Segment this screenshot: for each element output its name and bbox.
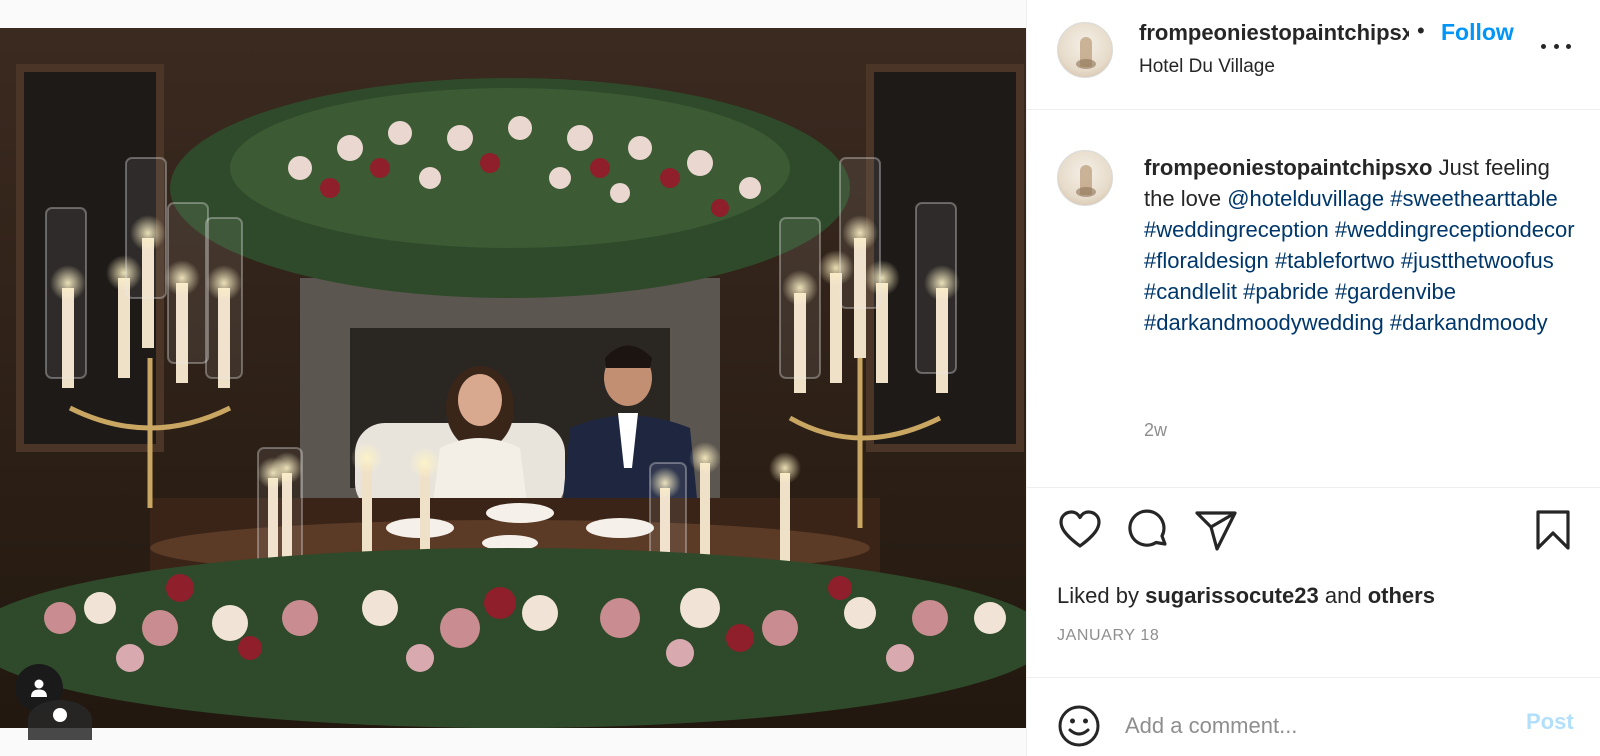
post-photo[interactable]	[0, 28, 1026, 728]
hashtag-link[interactable]: #justthetwoofus	[1401, 248, 1554, 273]
comment-icon	[1128, 509, 1167, 547]
caption-section: frompeoniestopaintchipsxo Just feeling t…	[1027, 110, 1600, 488]
avatar[interactable]	[1057, 22, 1113, 78]
likes-summary: Liked by sugarissocute23 and others	[1057, 583, 1435, 609]
hashtag-link[interactable]: #candlelit	[1144, 279, 1237, 304]
save-button[interactable]	[1531, 508, 1577, 554]
hashtag-link[interactable]: #tablefortwo	[1275, 248, 1395, 273]
send-icon	[1195, 511, 1237, 551]
location-link[interactable]: Hotel Du Village	[1139, 56, 1275, 78]
comment-composer: Post	[1027, 677, 1600, 756]
caption-text: frompeoniestopaintchipsxo Just feeling t…	[1144, 152, 1584, 338]
user-icon	[31, 679, 47, 697]
hashtag-link[interactable]: #darkandmoodywedding	[1144, 310, 1384, 335]
liked-by-others-link[interactable]: others	[1368, 583, 1435, 608]
hashtag-link[interactable]: #sweethearttable	[1390, 186, 1558, 211]
emoji-button[interactable]	[1057, 704, 1101, 748]
comment-button[interactable]	[1125, 508, 1171, 554]
mention-link[interactable]: @hotelduvillage	[1227, 186, 1384, 211]
user-icon	[53, 708, 67, 722]
follow-button[interactable]: Follow	[1441, 19, 1514, 46]
heart-icon	[1059, 510, 1101, 548]
share-button[interactable]	[1193, 508, 1239, 554]
caption-avatar[interactable]	[1057, 150, 1113, 206]
header-username[interactable]: frompeoniestopaintchipsxo	[1139, 20, 1409, 46]
more-options-icon[interactable]	[1541, 40, 1571, 52]
hashtag-link[interactable]: #weddingreception	[1144, 217, 1329, 242]
hashtag-link[interactable]: #weddingreceptiondecor	[1335, 217, 1575, 242]
hashtag-link[interactable]: #pabride	[1243, 279, 1329, 304]
liked-by-user-link[interactable]: sugarissocute23	[1145, 583, 1319, 608]
post-media-area	[0, 0, 1026, 756]
post-header: frompeoniestopaintchipsxo • Follow Hotel…	[1027, 0, 1600, 110]
action-bar	[1027, 508, 1600, 558]
hashtag-link[interactable]: #darkandmoody	[1390, 310, 1548, 335]
likes-conjunction: and	[1324, 583, 1362, 608]
post-time-ago[interactable]: 2w	[1144, 420, 1167, 441]
post-details-panel: frompeoniestopaintchipsxo • Follow Hotel…	[1026, 0, 1600, 756]
hashtag-link[interactable]: #gardenvibe	[1335, 279, 1456, 304]
caption-username[interactable]: frompeoniestopaintchipsxo	[1144, 155, 1432, 180]
post-date[interactable]: JANUARY 18	[1057, 627, 1159, 645]
bookmark-icon	[1536, 510, 1570, 550]
emoji-icon	[1058, 705, 1100, 747]
hashtag-link[interactable]: #floraldesign	[1144, 248, 1269, 273]
secondary-overlay-button[interactable]	[28, 700, 92, 740]
post-comment-button[interactable]: Post	[1526, 709, 1574, 735]
likes-prefix: Liked by	[1057, 583, 1139, 608]
wedding-photo-illustration	[0, 28, 1026, 728]
separator-dot: •	[1417, 18, 1425, 43]
comment-input[interactable]	[1125, 706, 1505, 746]
like-button[interactable]	[1057, 508, 1103, 554]
